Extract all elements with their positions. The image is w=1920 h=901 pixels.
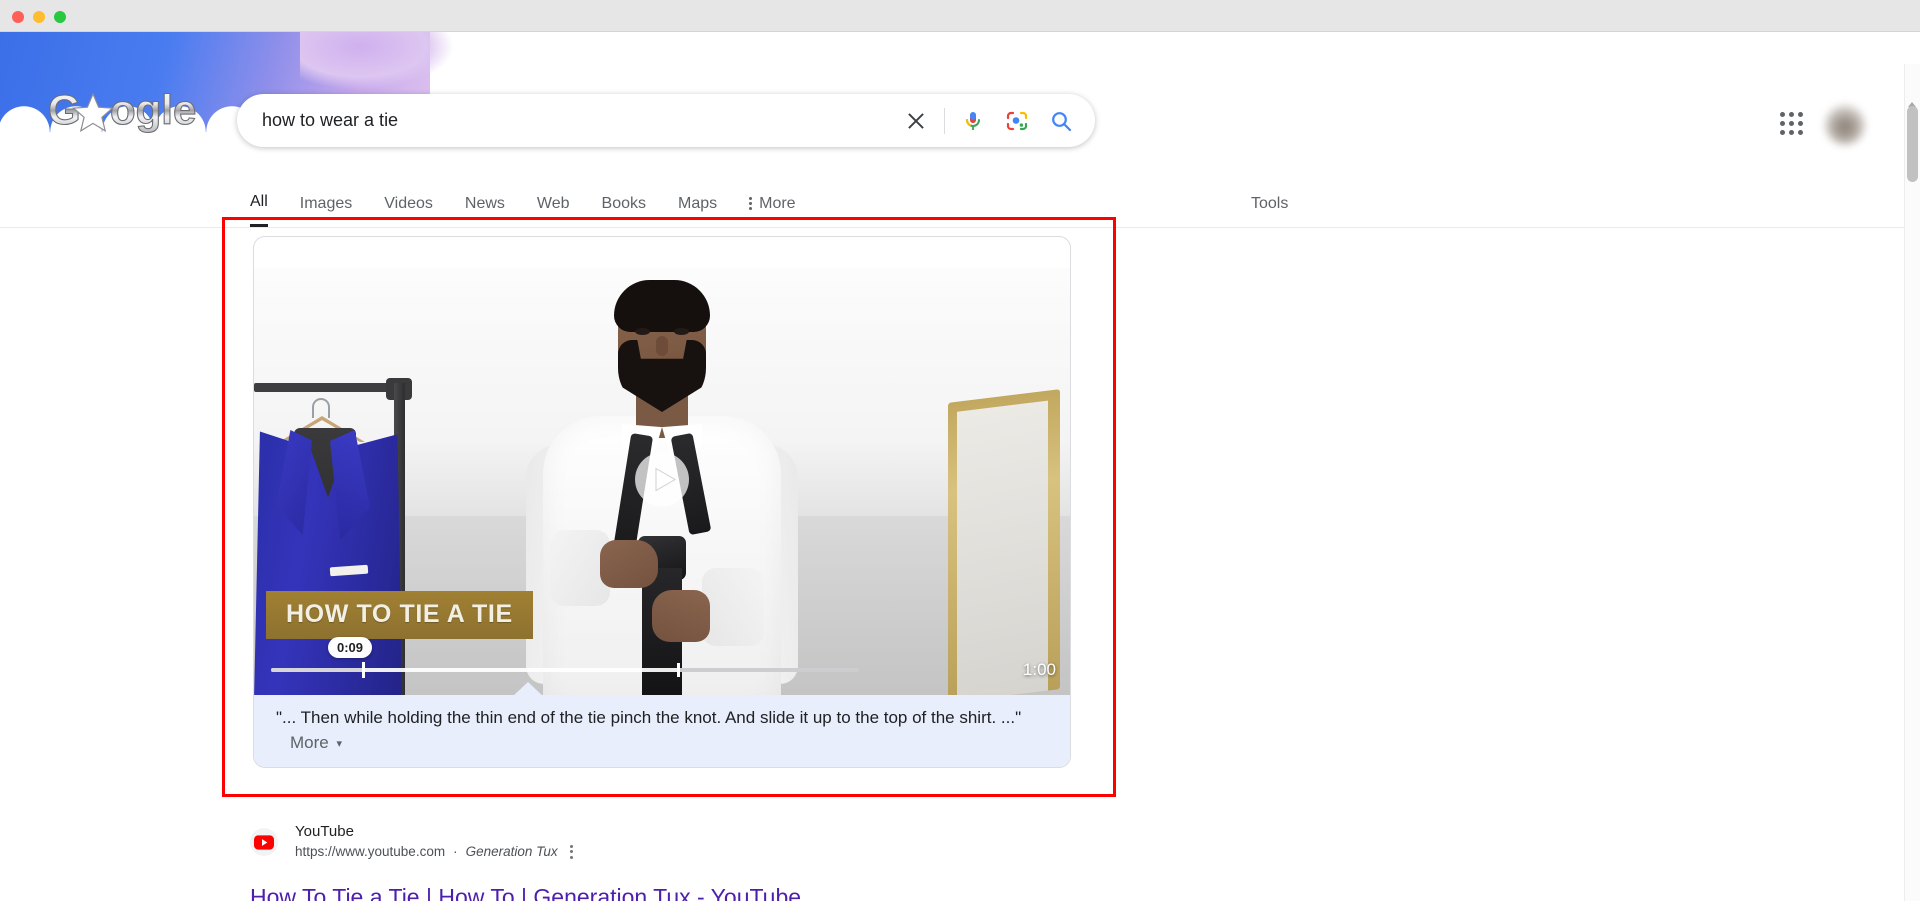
caption-pointer-triangle [512,682,544,696]
tab-more-button[interactable]: More [749,180,796,227]
chevron-down-icon: ▾ [336,738,342,750]
tab-maps[interactable]: Maps [678,180,717,227]
search-result-item: YouTube https://www.youtube.com · Genera… [250,822,1010,901]
google-apps-button[interactable] [1780,112,1806,138]
man-hand-left [600,540,658,588]
clothing-rack-bar [254,383,406,392]
man-eyebrow-right [673,318,693,323]
play-icon [635,452,689,507]
youtube-icon [254,834,274,850]
search-tabs: All Images Videos News Web Books Maps Mo… [250,180,828,227]
play-button[interactable] [634,452,690,513]
result-title-link[interactable]: How To Tie a Tie | How To | Generation T… [250,882,801,901]
window-close-button[interactable] [12,11,24,23]
search-icon [1052,111,1072,131]
search-bar[interactable] [237,94,1095,147]
search-divider [944,107,945,134]
caption-text: "... Then while holding the thin end of … [276,708,1022,727]
chapter-banner: HOW TO TIE A TIE [266,591,533,639]
progress-handle[interactable] [362,662,366,678]
tab-videos[interactable]: Videos [384,180,433,227]
voice-search-button[interactable] [951,99,995,143]
page-scrollbar-thumb[interactable] [1907,106,1918,182]
caption-more-button[interactable]: More ▾ [290,733,342,752]
google-lens-icon [1006,111,1028,130]
window-titlebar [0,0,1920,32]
progress-track[interactable] [271,662,859,678]
video-thumbnail[interactable]: HOW TO TIE A TIE 0:09 1:00 [254,268,1070,696]
tab-more-label: More [759,194,796,212]
account-avatar[interactable] [1825,105,1865,145]
window-minimize-button[interactable] [33,11,45,23]
youtube-favicon-wrapper [250,828,278,856]
result-publisher: Generation Tux [465,844,558,859]
man-eye-left [635,328,650,335]
svg-text:ogle: ogle [110,88,196,133]
microphone-icon [965,111,980,130]
video-caption-panel: "... Then while holding the thin end of … [254,695,1070,767]
man-eyebrow-left [631,318,651,323]
browser-viewport: G ogle how to wear a tie All Images Vide… [0,32,1920,901]
result-url: https://www.youtube.com [295,844,446,859]
progress-tail [676,668,859,672]
close-icon [908,112,924,129]
page-scrollbar-track[interactable] [1904,64,1920,901]
tab-web[interactable]: Web [537,180,570,227]
google-doodle-logo[interactable]: G ogle [47,85,200,134]
tools-button[interactable]: Tools [1251,180,1288,227]
video-preview-card[interactable]: HOW TO TIE A TIE 0:09 1:00 "... Then whi… [253,236,1071,768]
tab-news[interactable]: News [465,180,505,227]
video-duration: 1:00 [1022,660,1056,679]
google-logo-svg: G ogle [47,85,196,133]
tab-all[interactable]: All [250,180,268,227]
search-submit-button[interactable] [1039,99,1083,143]
caption-more-label: More [290,733,329,752]
tab-books[interactable]: Books [602,180,646,227]
search-input[interactable] [237,94,894,147]
tab-images[interactable]: Images [300,180,352,227]
result-url-separator: · [453,844,458,859]
progress-played [271,668,363,672]
clear-search-button[interactable] [894,99,938,143]
man-hair [614,280,710,332]
result-site-name: YouTube [295,823,354,840]
result-meta: YouTube https://www.youtube.com · Genera… [295,822,1010,861]
result-options-button[interactable] [566,843,577,861]
hanger-hook-icon [312,398,330,418]
more-vertical-icon [749,197,753,210]
current-time-tooltip: 0:09 [328,637,373,658]
man-eye-right [674,328,689,335]
man-nose [656,336,668,356]
lens-search-button[interactable] [995,99,1039,143]
chapter-marker[interactable] [676,663,680,677]
window-maximize-button[interactable] [54,11,66,23]
tools-label: Tools [1251,194,1289,212]
video-scrubber[interactable]: 0:09 1:00 [254,634,1070,696]
search-nav-bar: All Images Videos News Web Books Maps Mo… [0,180,1904,228]
result-url-row: https://www.youtube.com · Generation Tux [295,842,1010,861]
